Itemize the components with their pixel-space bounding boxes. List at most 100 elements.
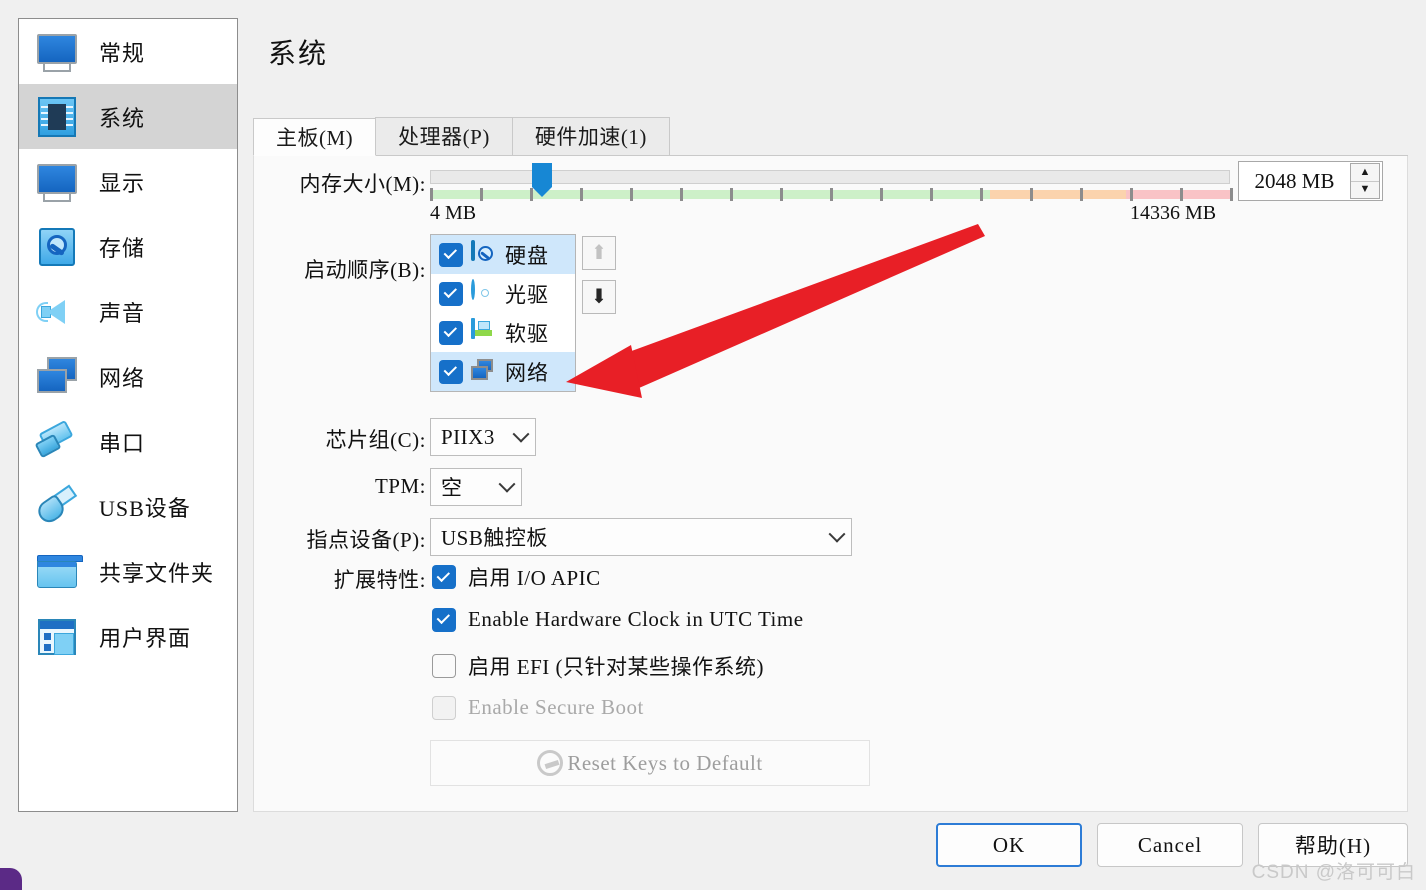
extended-features-label: 扩展特性: [333,568,426,592]
settings-category-sidebar[interactable]: 常规 系统 显示 存储 声音 网络 串口 USB设备 共享文件夹 用户界面 [18,18,238,812]
folder-icon [33,550,83,594]
sidebar-item-label: 存储 [99,235,146,261]
memory-size-label: 内存大小(M): [299,172,426,196]
boot-order-list[interactable]: 硬盘 光驱 软驱 网络 [430,234,576,392]
sidebar-item-user-interface[interactable]: 用户界面 [19,604,237,669]
checkbox-box [432,695,456,720]
memory-size-spinbox[interactable]: 2048 MB ▲ ▼ [1238,161,1383,201]
spinner-arrows[interactable]: ▲ ▼ [1350,163,1380,199]
checkbox-box[interactable] [432,607,456,632]
boot-item-checkbox[interactable] [439,359,463,384]
sidebar-item-system[interactable]: 系统 [19,84,237,149]
tab-acceleration[interactable]: 硬件加速(1) [511,117,670,155]
checkbox-io-apic[interactable]: 启用 I/O APIC [432,562,601,592]
page-title: 系统 [268,39,329,70]
tab-processor[interactable]: 处理器(P) [375,117,513,155]
boot-item-label: 光驱 [505,282,549,307]
boot-list-item[interactable]: 网络 [431,352,575,391]
chevron-down-icon [498,475,516,493]
floppy-icon [471,317,497,346]
memory-slider[interactable] [430,162,1233,206]
chipset-value: PIIX3 [441,424,495,449]
sidebar-item-label: 串口 [99,430,146,456]
sidebar-item-storage[interactable]: 存储 [19,214,237,279]
sidebar-item-audio[interactable]: 声音 [19,279,237,344]
sidebar-item-serial-ports[interactable]: 串口 [19,409,237,474]
checkbox-efi[interactable]: 启用 EFI (只针对某些操作系统) [432,651,764,681]
checkbox-label: 启用 I/O APIC [468,566,601,590]
tpm-label: TPM: [374,474,426,498]
decorative-corner [0,868,22,890]
arrow-up-icon: ⬆ [590,242,608,264]
sidebar-item-label: USB设备 [99,495,191,521]
network-icon [33,355,81,399]
memory-size-value: 2048 MB [1254,168,1335,193]
ok-button[interactable]: OK [936,823,1082,867]
memory-min-label: 4 MB [430,202,477,224]
checkbox-box[interactable] [432,565,456,589]
sidebar-item-label: 共享文件夹 [99,560,215,586]
sidebar-item-display[interactable]: 显示 [19,149,237,214]
arrow-down-icon: ⬇ [590,286,608,308]
tpm-value: 空 [441,476,463,500]
network-icon [471,358,497,385]
sidebar-item-shared-folders[interactable]: 共享文件夹 [19,539,237,604]
sidebar-item-label: 网络 [99,365,146,391]
sidebar-item-label: 常规 [99,40,146,66]
optical-icon [471,278,497,307]
checkbox-utc-clock[interactable]: Enable Hardware Clock in UTC Time [432,607,804,632]
display-icon [33,160,81,204]
tab-bar[interactable]: 主板(M) 处理器(P) 硬件加速(1) [253,117,1408,156]
sidebar-item-label: 显示 [99,170,146,196]
tab-motherboard[interactable]: 主板(M) [253,118,377,156]
sidebar-item-usb[interactable]: USB设备 [19,474,237,539]
sidebar-item-label: 系统 [99,105,146,131]
memory-max-label: 14336 MB [1130,202,1217,224]
chipset-dropdown[interactable]: PIIX3 [430,418,536,456]
boot-list-item[interactable]: 光驱 [431,274,575,313]
reset-icon [537,750,564,776]
boot-item-label: 软驱 [505,321,549,346]
settings-panel: 系统 主板(M) 处理器(P) 硬件加速(1) 内存大小(M): 2048 MB… [253,18,1408,812]
move-up-arrow[interactable]: ⬆ [582,236,616,270]
boot-item-checkbox[interactable] [439,320,463,345]
userinterface-icon [33,615,81,659]
sidebar-item-network[interactable]: 网络 [19,344,237,409]
move-down-arrow[interactable]: ⬇ [582,280,616,314]
reset-keys-label: Reset Keys to Default [567,750,763,775]
pointing-device-label: 指点设备(P): [306,528,426,552]
boot-item-label: 硬盘 [505,243,549,268]
boot-order-label: 启动顺序(B): [304,258,426,282]
boot-list-item[interactable]: 软驱 [431,313,575,352]
checkbox-box[interactable] [432,654,456,678]
speaker-icon [33,290,81,334]
boot-list-item[interactable]: 硬盘 [431,235,575,274]
usb-icon [33,484,81,529]
boot-item-label: 网络 [505,360,549,385]
harddisk-icon [33,225,81,269]
monitor-icon [33,30,81,74]
sidebar-item-general[interactable]: 常规 [19,19,237,84]
checkbox-label: Enable Secure Boot [468,695,644,719]
serialport-icon [33,419,81,464]
motherboard-tab-content: 内存大小(M): 2048 MB ▲ ▼ 4 MB 14336 MB 启动顺序(… [253,156,1408,812]
memory-size-row: 内存大小(M): 2048 MB ▲ ▼ 4 MB 14336 MB [254,156,1409,224]
chevron-down-icon [512,425,530,443]
spinner-up-icon[interactable]: ▲ [1351,164,1379,182]
spinner-down-icon[interactable]: ▼ [1351,182,1379,199]
cancel-button[interactable]: Cancel [1097,823,1243,867]
pointing-device-dropdown[interactable]: USB触控板 [430,518,852,556]
slider-handle[interactable] [532,163,552,197]
chipset-label: 芯片组(C): [325,428,426,452]
boot-item-checkbox[interactable] [439,281,463,306]
checkbox-secure-boot: Enable Secure Boot [432,695,644,720]
sidebar-item-label: 声音 [99,300,146,326]
tpm-dropdown[interactable]: 空 [430,468,522,506]
reset-keys-button: Reset Keys to Default [430,740,870,786]
checkbox-label: Enable Hardware Clock in UTC Time [468,607,804,631]
boot-item-checkbox[interactable] [439,242,463,267]
checkbox-label: 启用 EFI (只针对某些操作系统) [468,655,764,679]
sidebar-item-label: 用户界面 [99,625,192,651]
chip-icon [33,95,81,139]
chevron-down-icon [828,525,846,543]
